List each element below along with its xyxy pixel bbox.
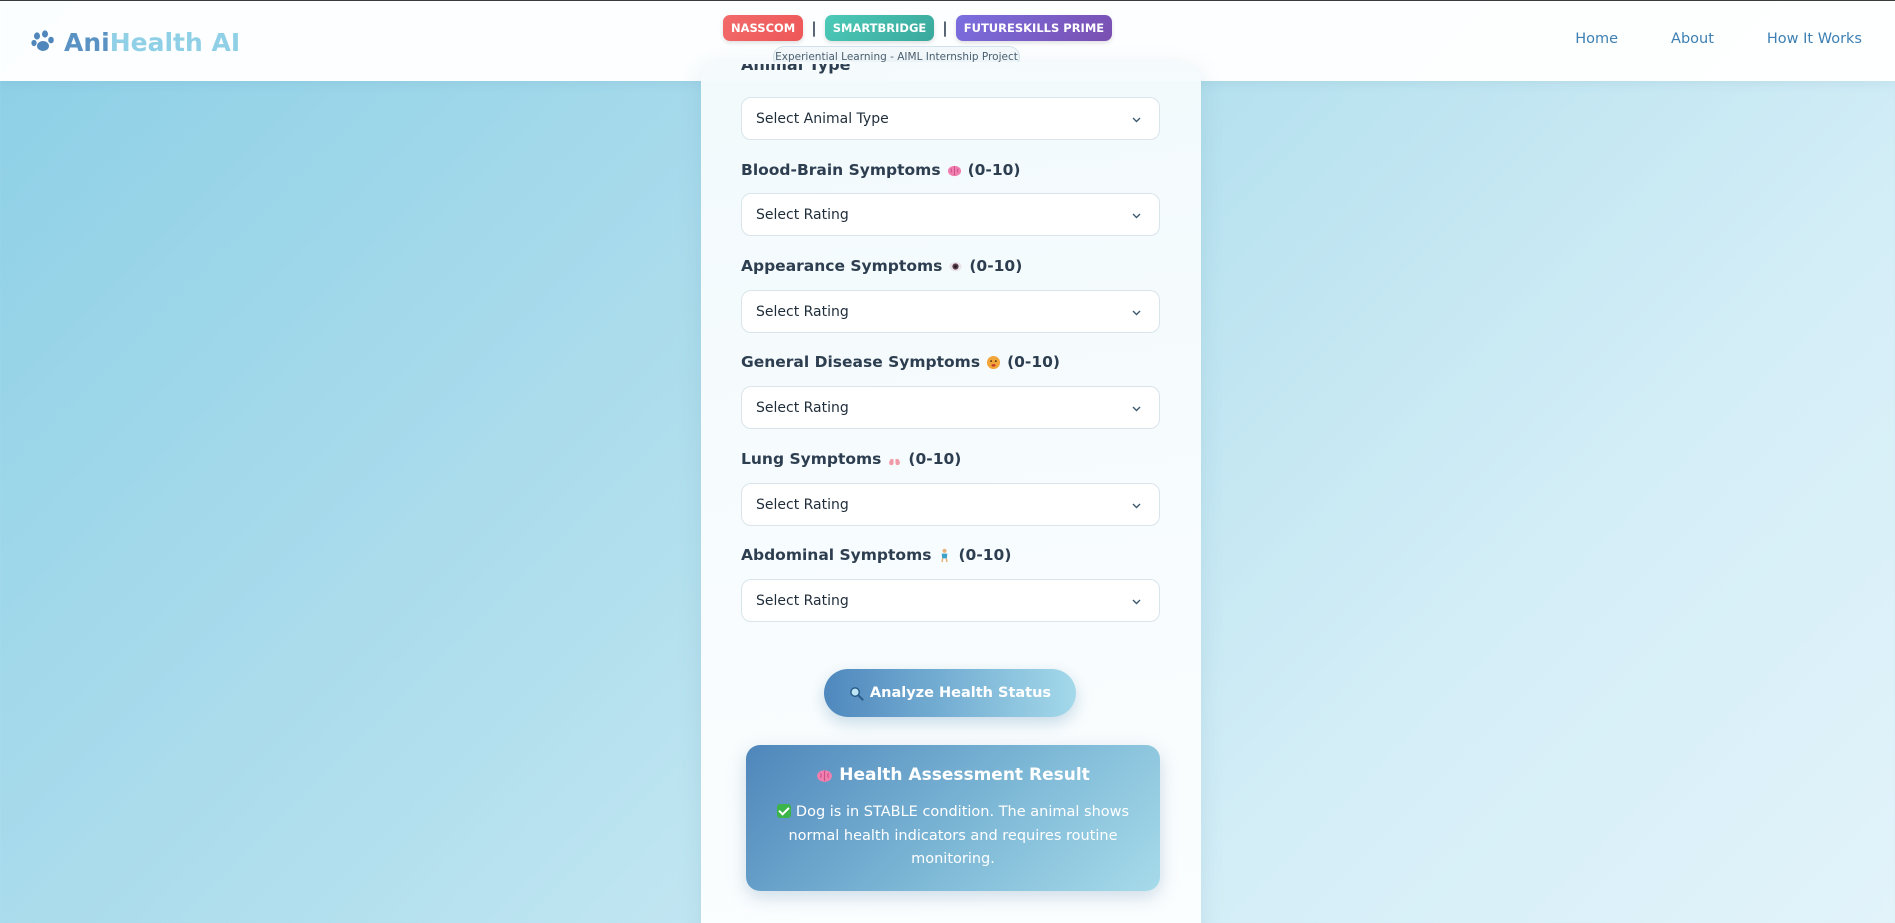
chevron-down-icon xyxy=(1132,599,1141,605)
blood-brain-select[interactable]: Select Rating xyxy=(741,193,1160,236)
abdominal-label: Abdominal Symptoms (0-10) xyxy=(741,546,1012,564)
general-disease-select[interactable]: Select Rating xyxy=(741,386,1160,429)
chevron-down-icon xyxy=(1132,117,1141,123)
nav-link-about[interactable]: About xyxy=(1671,31,1714,47)
magnifier-icon xyxy=(850,686,864,701)
chevron-down-icon xyxy=(1132,503,1141,509)
lungs-icon xyxy=(889,453,901,465)
lung-select[interactable]: Select Rating xyxy=(741,483,1160,526)
badge-separator: | xyxy=(942,19,948,37)
result-panel: Health Assessment Result Dog is in STABL… xyxy=(746,745,1160,891)
abdominal-select[interactable]: Select Rating xyxy=(741,579,1160,622)
analyze-button-label: Analyze Health Status xyxy=(869,685,1052,701)
person-icon xyxy=(941,548,949,562)
lung-label: Lung Symptoms (0-10) xyxy=(741,450,962,468)
brand-name-first: Ani xyxy=(64,27,110,57)
lung-select-value: Select Rating xyxy=(756,496,849,513)
animal-type-label: Animal Type xyxy=(741,64,851,74)
chevron-down-icon xyxy=(1132,213,1141,219)
general-disease-label: General Disease Symptoms (0-10) xyxy=(741,353,1061,371)
partner-badges: NASSCOM | SMARTBRIDGE | FUTURESKILLS PRI… xyxy=(723,15,1113,41)
animal-type-select-value: Select Animal Type xyxy=(756,110,889,127)
result-title: Health Assessment Result xyxy=(746,765,1160,785)
badge-separator: | xyxy=(811,19,817,37)
appearance-select-value: Select Rating xyxy=(756,303,849,320)
appearance-select[interactable]: Select Rating xyxy=(741,290,1160,333)
eye-icon xyxy=(949,261,962,271)
chevron-down-icon xyxy=(1132,406,1141,412)
sick-face-icon xyxy=(987,355,1001,369)
nav-link-how-it-works[interactable]: How It Works xyxy=(1767,31,1862,47)
brain-icon xyxy=(817,769,833,782)
analyze-health-button[interactable]: Analyze Health Status xyxy=(824,669,1076,717)
badge-nasscom: NASSCOM xyxy=(723,15,804,41)
blood-brain-select-value: Select Rating xyxy=(756,206,849,223)
badge-smartbridge: SMARTBRIDGE xyxy=(824,15,935,41)
result-text: Dog is in STABLE condition. The animal s… xyxy=(776,801,1130,872)
blood-brain-label: Blood-Brain Symptoms (0-10) xyxy=(741,161,1021,179)
appearance-label: Appearance Symptoms (0-10) xyxy=(741,257,1023,275)
brand-name-second: Health AI xyxy=(109,27,241,57)
general-disease-select-value: Select Rating xyxy=(756,399,849,416)
badge-futureskills: FUTURESKILLS PRIME xyxy=(955,15,1113,41)
animal-type-select[interactable]: Select Animal Type xyxy=(741,97,1160,140)
paw-icon xyxy=(31,30,54,51)
brand-logo[interactable]: Ani Health AI xyxy=(30,25,240,59)
nav-link-home[interactable]: Home xyxy=(1575,31,1618,47)
chevron-down-icon xyxy=(1132,310,1141,316)
check-icon xyxy=(776,804,791,818)
abdominal-select-value: Select Rating xyxy=(756,592,849,609)
brain-icon xyxy=(947,165,961,176)
main-nav: Home About How It Works xyxy=(1522,31,1862,47)
